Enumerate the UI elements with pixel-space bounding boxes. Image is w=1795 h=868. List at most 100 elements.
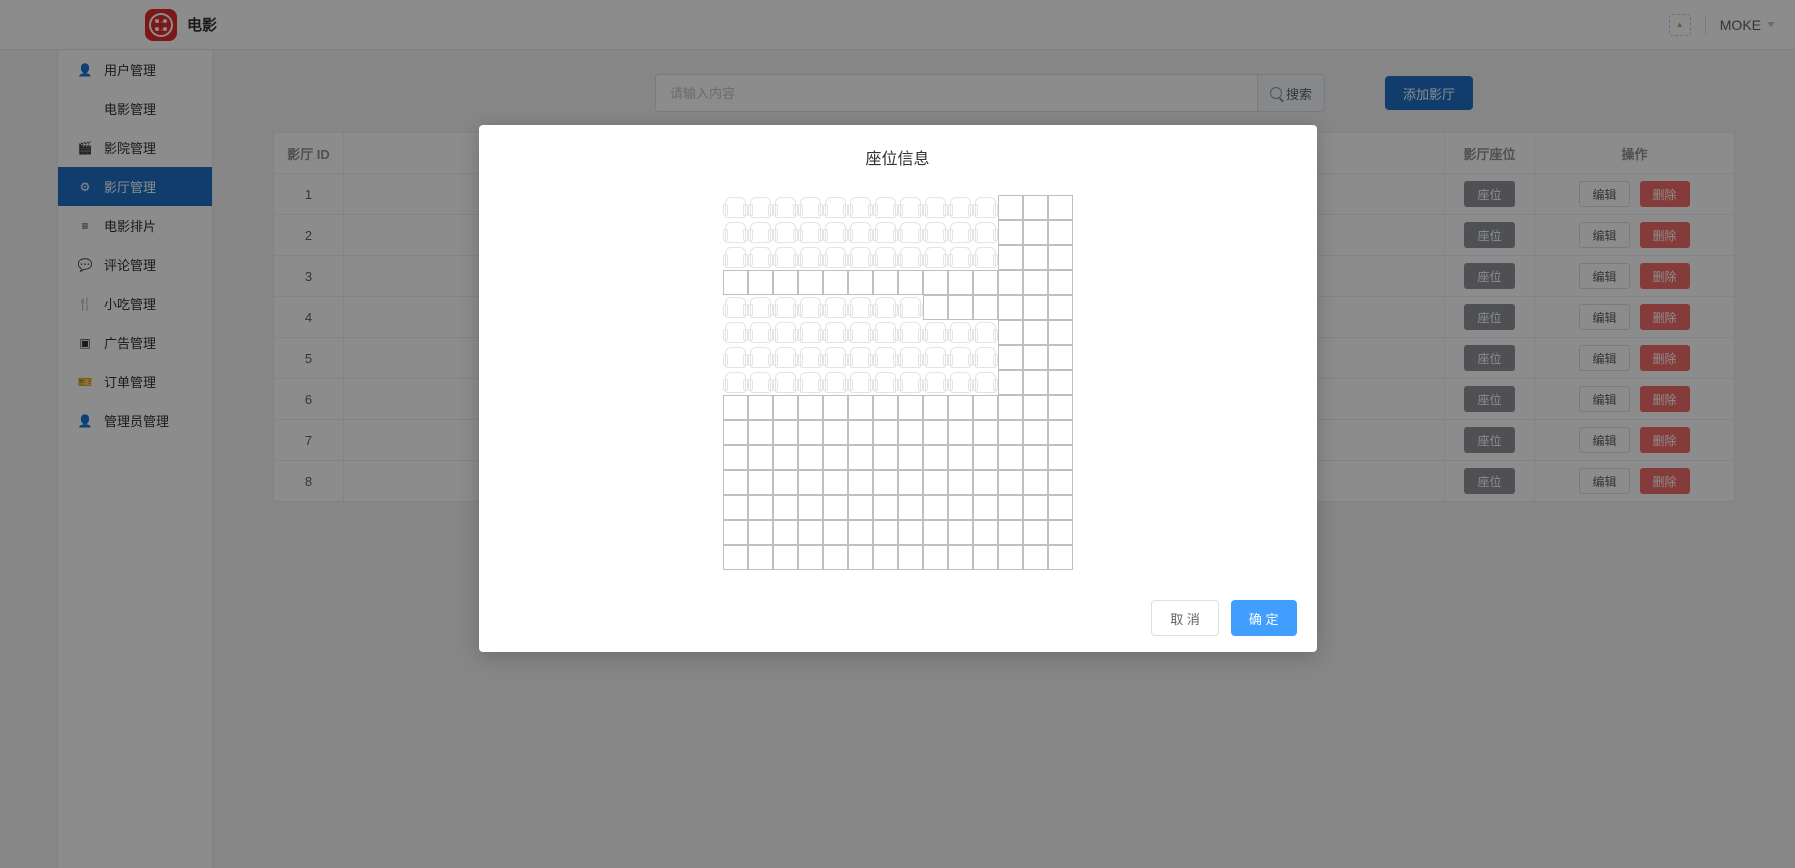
seat-empty[interactable] [1023,220,1048,245]
seat-empty[interactable] [948,395,973,420]
seat-empty[interactable] [1048,420,1073,445]
seat-empty[interactable] [1023,270,1048,295]
seat-occupied[interactable] [848,370,873,395]
seat-empty[interactable] [948,445,973,470]
seat-occupied[interactable] [973,320,998,345]
seat-empty[interactable] [1048,520,1073,545]
seat-occupied[interactable] [898,295,923,320]
seat-empty[interactable] [748,545,773,570]
seat-empty[interactable] [1023,545,1048,570]
seat-occupied[interactable] [948,245,973,270]
seat-occupied[interactable] [773,220,798,245]
seat-empty[interactable] [923,520,948,545]
seat-empty[interactable] [923,270,948,295]
seat-occupied[interactable] [848,245,873,270]
seat-empty[interactable] [773,395,798,420]
seat-empty[interactable] [1023,195,1048,220]
seat-occupied[interactable] [773,320,798,345]
seat-empty[interactable] [773,270,798,295]
seat-empty[interactable] [898,395,923,420]
seat-empty[interactable] [798,395,823,420]
seat-empty[interactable] [773,520,798,545]
seat-empty[interactable] [998,520,1023,545]
seat-occupied[interactable] [923,370,948,395]
seat-empty[interactable] [998,495,1023,520]
seat-empty[interactable] [873,470,898,495]
seat-empty[interactable] [748,520,773,545]
seat-empty[interactable] [723,520,748,545]
seat-occupied[interactable] [748,195,773,220]
seat-occupied[interactable] [873,195,898,220]
seat-empty[interactable] [923,395,948,420]
seat-empty[interactable] [848,420,873,445]
seat-empty[interactable] [823,270,848,295]
seat-empty[interactable] [948,470,973,495]
seat-occupied[interactable] [848,320,873,345]
seat-occupied[interactable] [748,245,773,270]
seat-empty[interactable] [998,320,1023,345]
seat-empty[interactable] [723,545,748,570]
seat-occupied[interactable] [748,320,773,345]
seat-empty[interactable] [723,420,748,445]
seat-occupied[interactable] [773,370,798,395]
seat-empty[interactable] [873,520,898,545]
seat-occupied[interactable] [798,245,823,270]
seat-occupied[interactable] [798,195,823,220]
seat-occupied[interactable] [923,220,948,245]
seat-empty[interactable] [998,395,1023,420]
seat-empty[interactable] [998,345,1023,370]
seat-empty[interactable] [998,420,1023,445]
seat-empty[interactable] [798,420,823,445]
seat-empty[interactable] [798,470,823,495]
seat-empty[interactable] [973,445,998,470]
seat-empty[interactable] [748,495,773,520]
seat-empty[interactable] [1048,495,1073,520]
seat-empty[interactable] [1048,370,1073,395]
seat-occupied[interactable] [748,220,773,245]
seat-empty[interactable] [723,445,748,470]
seat-empty[interactable] [1023,470,1048,495]
seat-empty[interactable] [848,395,873,420]
seat-occupied[interactable] [748,345,773,370]
seat-empty[interactable] [998,445,1023,470]
seat-occupied[interactable] [973,195,998,220]
seat-occupied[interactable] [873,295,898,320]
seat-occupied[interactable] [923,245,948,270]
seat-empty[interactable] [798,545,823,570]
seat-occupied[interactable] [823,195,848,220]
seat-occupied[interactable] [823,345,848,370]
seat-empty[interactable] [898,545,923,570]
seat-empty[interactable] [848,445,873,470]
seat-empty[interactable] [873,270,898,295]
seat-empty[interactable] [873,495,898,520]
seat-occupied[interactable] [773,345,798,370]
seat-occupied[interactable] [823,370,848,395]
seat-empty[interactable] [748,470,773,495]
seat-occupied[interactable] [873,245,898,270]
seat-empty[interactable] [1023,445,1048,470]
seat-empty[interactable] [1048,270,1073,295]
seat-empty[interactable] [923,420,948,445]
seat-empty[interactable] [1048,545,1073,570]
seat-empty[interactable] [723,470,748,495]
seat-empty[interactable] [948,420,973,445]
seat-empty[interactable] [948,295,973,320]
seat-occupied[interactable] [923,195,948,220]
seat-occupied[interactable] [948,220,973,245]
seat-empty[interactable] [973,470,998,495]
seat-occupied[interactable] [898,195,923,220]
seat-empty[interactable] [998,270,1023,295]
seat-empty[interactable] [1048,470,1073,495]
seat-empty[interactable] [898,420,923,445]
seat-empty[interactable] [973,520,998,545]
seat-empty[interactable] [1048,345,1073,370]
seat-empty[interactable] [773,495,798,520]
seat-empty[interactable] [1023,420,1048,445]
seat-occupied[interactable] [748,370,773,395]
cancel-button[interactable]: 取 消 [1151,600,1219,636]
seat-empty[interactable] [973,545,998,570]
seat-occupied[interactable] [948,195,973,220]
seat-occupied[interactable] [873,345,898,370]
seat-empty[interactable] [973,420,998,445]
seat-empty[interactable] [873,445,898,470]
